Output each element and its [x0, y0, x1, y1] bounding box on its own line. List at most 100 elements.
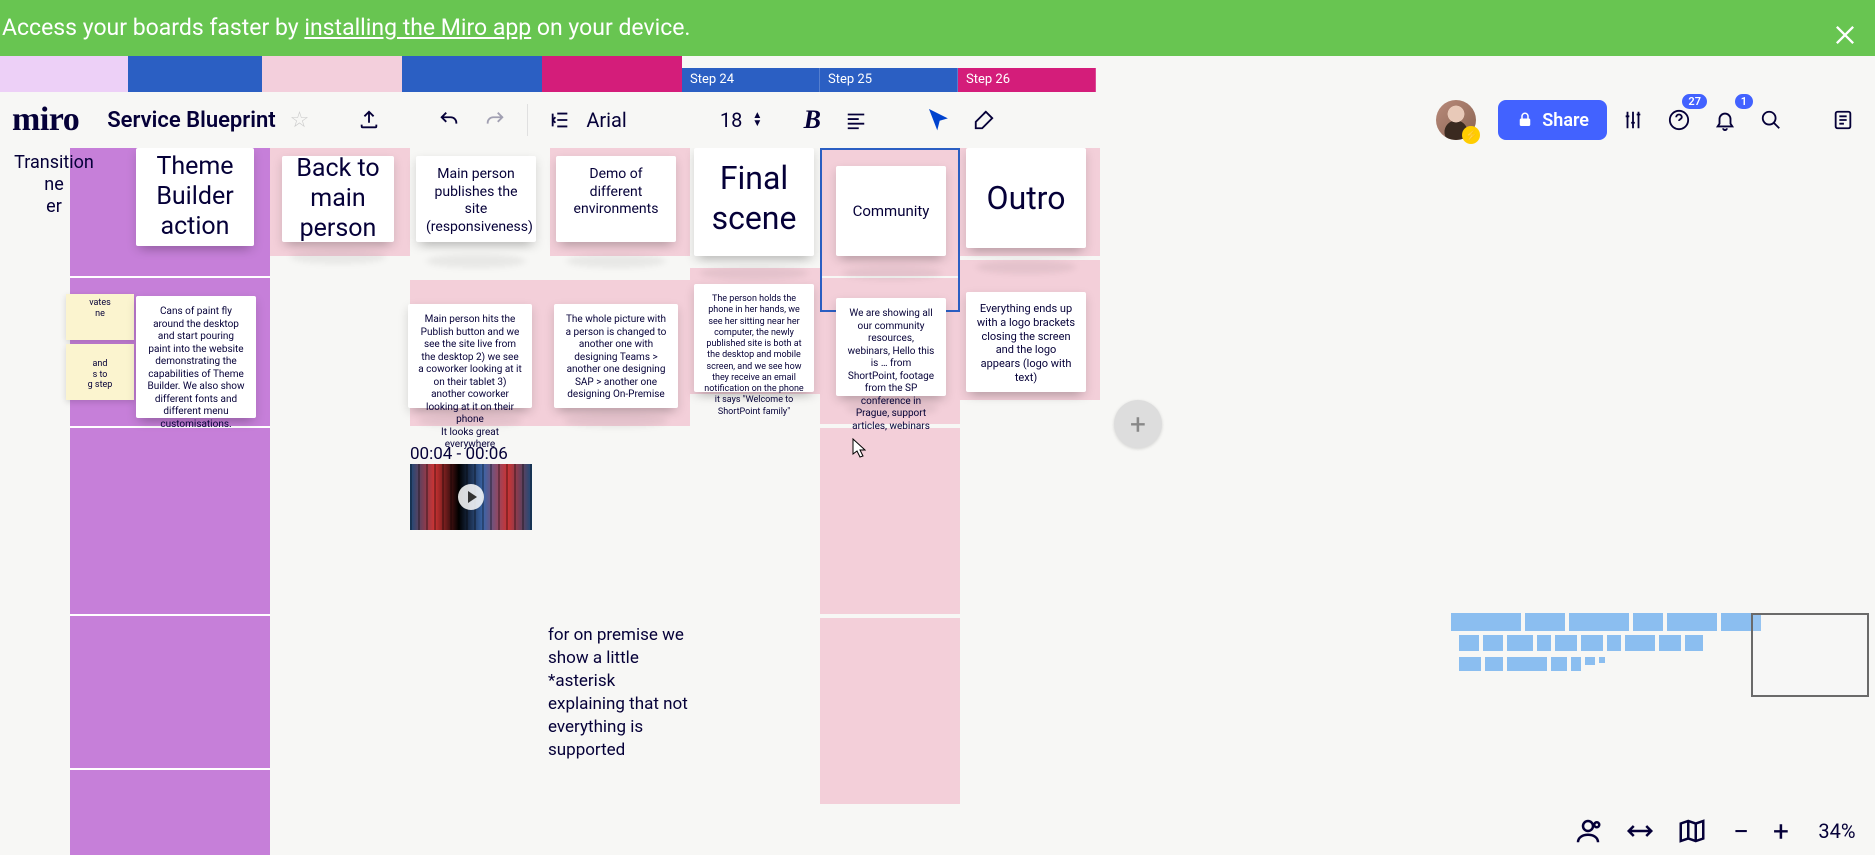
pen-tool-button[interactable] [964, 100, 1004, 140]
banner-text-prefix: Access your boards faster by [2, 14, 304, 41]
minimap-viewport[interactable] [1751, 613, 1869, 697]
bold-button[interactable]: B [794, 105, 830, 135]
indent-button[interactable] [540, 100, 580, 140]
row-label-column: Transition ne er [4, 148, 104, 218]
align-left-button[interactable] [836, 100, 876, 140]
minimap[interactable] [1451, 613, 1871, 699]
sticky-note-partial-1[interactable]: vatesne [66, 294, 134, 340]
bolt-icon: ⚡ [1462, 126, 1480, 144]
install-app-banner: Access your boards faster by installing … [0, 0, 1875, 56]
lane-divider [70, 614, 270, 616]
export-button[interactable] [349, 100, 389, 140]
swimlane-header-blue [128, 56, 262, 92]
card-shadow [846, 402, 938, 416]
board-title[interactable]: Service Blueprint [107, 108, 275, 133]
card-community[interactable]: Community [836, 166, 946, 256]
cursor-tool-button[interactable] [918, 100, 958, 140]
card-outro[interactable]: Outro [966, 148, 1086, 248]
lane-divider [70, 768, 270, 770]
user-cursors-button[interactable] [1573, 816, 1603, 846]
desc-text: Main person hits the Publish button and … [418, 314, 521, 450]
help-badge: 27 [1682, 94, 1707, 109]
notifications-button[interactable]: 1 [1705, 100, 1745, 140]
zoom-in-button[interactable]: + [1769, 815, 1793, 848]
card-shadow [976, 260, 1076, 274]
card-shadow [418, 414, 522, 428]
fit-content-button[interactable] [1625, 816, 1655, 846]
top-toolbar: miro Service Blueprint ☆ Arial 18 ▲ ▼ B … [4, 92, 1871, 148]
swimlane-header-magenta [542, 56, 682, 92]
share-button[interactable]: Share [1498, 100, 1607, 140]
desc-theme[interactable]: Cans of paint fly around the desktop and… [136, 296, 256, 418]
card-shadow [564, 414, 668, 428]
step-25-tab[interactable]: Step 25 [820, 68, 958, 92]
swimlane-header-strip: Step 24 Step 25 Step 26 [0, 56, 1096, 92]
rose-cell [820, 618, 960, 804]
timecode: 00:04 - 00:06 [410, 444, 508, 464]
card-label: Main person publishes the site (responsi… [426, 166, 533, 235]
step-24-tab[interactable]: Step 24 [682, 68, 820, 92]
rose-cell [820, 428, 960, 614]
desc-final[interactable]: The person holds the phone in her hands,… [694, 284, 814, 392]
desc-text: Cans of paint fly around the desktop and… [147, 306, 244, 430]
step-26-tab[interactable]: Step 26 [958, 68, 1096, 92]
close-banner-button[interactable] [1831, 14, 1859, 42]
help-button[interactable]: 27 [1659, 100, 1699, 140]
zoom-level[interactable]: 34% [1809, 819, 1865, 843]
card-label: Community [853, 202, 930, 221]
desc-text: The whole picture with a person is chang… [566, 314, 667, 400]
share-button-label: Share [1542, 110, 1589, 131]
card-shadow [566, 254, 666, 268]
card-label: Demo of different environments [574, 166, 659, 217]
play-icon [458, 484, 484, 510]
font-size-stepper[interactable]: ▲ ▼ [752, 112, 762, 128]
add-card-button[interactable]: + [1114, 400, 1162, 448]
logo[interactable]: miro [12, 101, 79, 139]
card-label: Final scene [712, 159, 797, 237]
canvas-cursor [852, 438, 866, 458]
font-size-down-icon[interactable]: ▼ [752, 120, 762, 128]
card-shadow [426, 254, 526, 268]
banner-text-suffix: on your device. [531, 14, 690, 41]
map-toggle-button[interactable] [1677, 816, 1707, 846]
font-size-input[interactable]: 18 [702, 108, 742, 132]
card-back-main[interactable]: Back to main person [282, 156, 394, 242]
card-label: Back to main person [296, 154, 379, 244]
redo-button[interactable] [475, 100, 515, 140]
row-label-transition: Transition ne er [4, 152, 104, 218]
toolbar-divider [527, 104, 528, 136]
card-demo-env[interactable]: Demo of different environments [556, 156, 676, 242]
notes-panel-button[interactable] [1823, 100, 1863, 140]
undo-button[interactable] [429, 100, 469, 140]
desc-demo[interactable]: The whole picture with a person is chang… [554, 304, 678, 408]
card-shadow [842, 266, 942, 280]
note-paragraph[interactable]: for on premise we show a little *asteris… [548, 624, 688, 762]
card-shadow [290, 250, 386, 264]
avatar-wrap[interactable]: ⚡ [1436, 100, 1476, 140]
card-label: Outro [987, 178, 1066, 218]
card-publish[interactable]: Main person publishes the site (responsi… [416, 156, 536, 242]
board-canvas[interactable]: Transition ne er vatesne ands tog step T… [0, 148, 1875, 855]
swimlane-header-purple [0, 56, 128, 92]
lane-divider [70, 276, 270, 278]
desc-text: Everything ends up with a logo brackets … [977, 302, 1075, 384]
star-board-button[interactable]: ☆ [290, 108, 310, 133]
card-label: Theme Builder action [156, 152, 233, 242]
card-shadow [700, 266, 808, 280]
swimlane-header-rose [262, 56, 402, 92]
install-app-link[interactable]: installing the Miro app [304, 14, 531, 41]
card-final-scene[interactable]: Final scene [694, 148, 814, 256]
settings-button[interactable] [1613, 100, 1653, 140]
sticky-note-partial-2[interactable]: ands tog step [66, 344, 134, 400]
canvas-controls: − + 34% [1573, 811, 1865, 851]
zoom-group: − + 34% [1729, 815, 1865, 848]
font-family-select[interactable]: Arial [586, 108, 696, 132]
video-thumbnail[interactable] [410, 464, 532, 530]
zoom-out-button[interactable]: − [1729, 815, 1753, 848]
desc-publish[interactable]: Main person hits the Publish button and … [408, 304, 532, 408]
desc-community[interactable]: We are showing all our community resourc… [836, 298, 946, 396]
card-theme-builder[interactable]: Theme Builder action [136, 148, 254, 246]
search-button[interactable] [1751, 100, 1791, 140]
desc-outro[interactable]: Everything ends up with a logo brackets … [966, 292, 1086, 392]
purple-swimlane [70, 148, 270, 855]
